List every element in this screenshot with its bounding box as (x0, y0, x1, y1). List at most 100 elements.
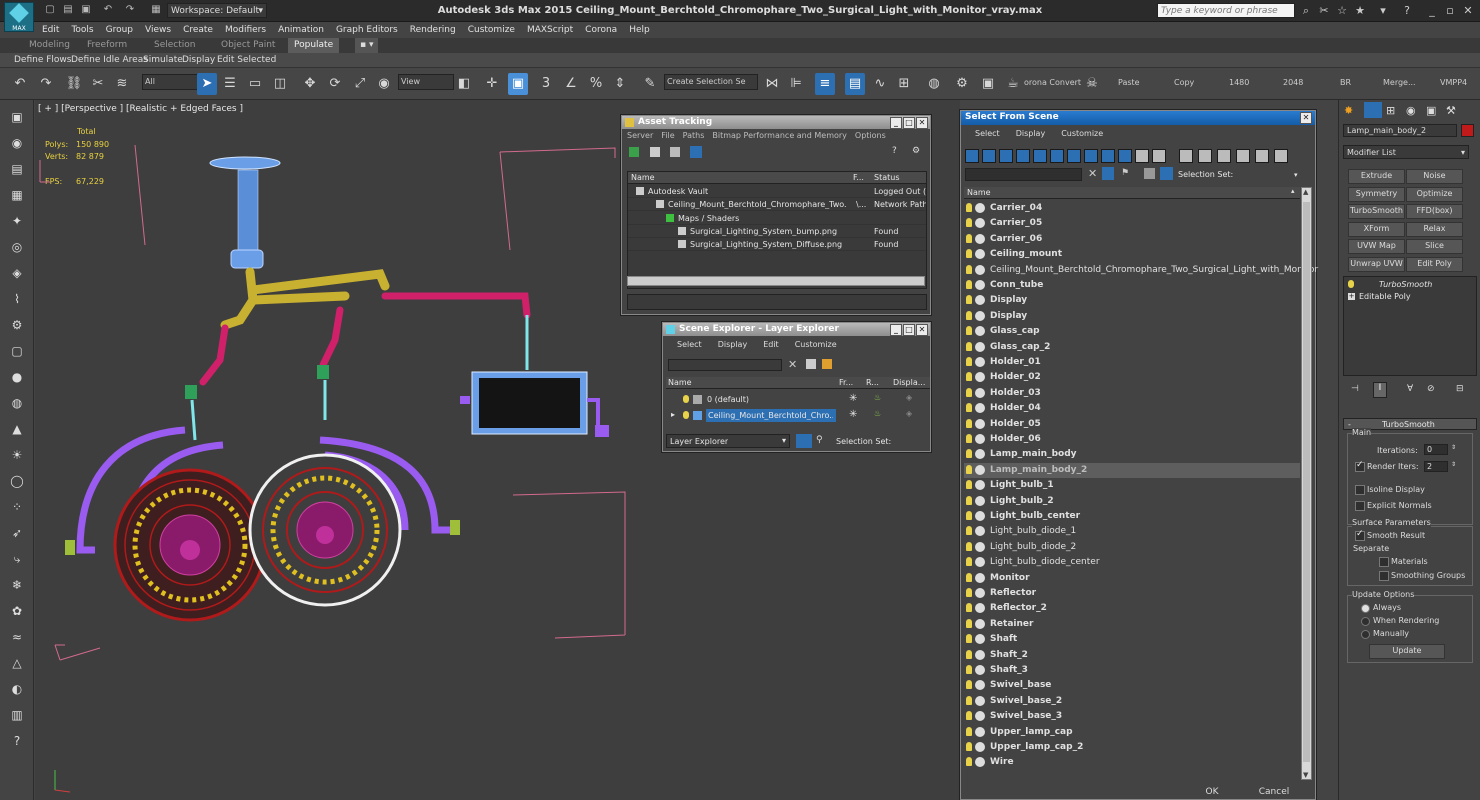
explorer-menu-select[interactable]: Select (677, 340, 702, 349)
object-list-item[interactable]: Holder_04 (964, 401, 1300, 416)
menu-edit[interactable]: Edit (36, 22, 65, 38)
filter-helpers-icon[interactable] (1033, 149, 1047, 163)
list-icon[interactable] (650, 147, 660, 157)
unlink-icon[interactable]: ✂ (88, 73, 108, 95)
lightbulb-icon[interactable] (966, 264, 972, 274)
br-button[interactable]: BR (1340, 78, 1351, 87)
column-status[interactable]: Status (874, 173, 900, 182)
lightbulb-icon[interactable] (683, 395, 689, 403)
pin-stack-icon[interactable]: ⊣ (1351, 384, 1359, 394)
column-f[interactable]: F... (853, 173, 864, 182)
asset-menu-paths[interactable]: Paths (683, 131, 705, 140)
object-list-item[interactable]: Light_bulb_diode_2 (964, 540, 1300, 555)
object-list-item[interactable]: Conn_tube (964, 278, 1300, 293)
clear-search-icon[interactable]: ✕ (1088, 167, 1097, 180)
object-list-item[interactable]: Light_bulb_diode_1 (964, 524, 1300, 539)
lightbulb-icon[interactable] (966, 341, 972, 351)
object-list-item[interactable]: Upper_lamp_cap (964, 725, 1300, 740)
menu-rendering[interactable]: Rendering (404, 22, 462, 38)
modifier-button-relax[interactable]: Relax (1406, 221, 1463, 237)
object-list-item[interactable]: Holder_05 (964, 417, 1300, 432)
modifier-button-symmetry[interactable]: Symmetry (1348, 186, 1405, 202)
object-color-swatch[interactable] (1461, 124, 1474, 137)
lightbulb-icon[interactable] (966, 387, 972, 397)
camera-icon[interactable]: ◎ (8, 238, 26, 256)
show-end-result-icon[interactable]: I (1373, 382, 1387, 398)
object-list-item[interactable]: Light_bulb_2 (964, 494, 1300, 509)
stack-item-editable-poly[interactable]: Editable Poly (1359, 292, 1411, 301)
tools-icon[interactable]: ✂ (1317, 4, 1331, 17)
modifier-button-xform[interactable]: XForm (1348, 221, 1405, 237)
object-list-item[interactable]: Light_bulb_diode_center (964, 555, 1300, 570)
maximize-icon[interactable]: □ (903, 324, 915, 336)
column-freeze[interactable]: Fr... (839, 378, 853, 387)
modifier-list-dropdown[interactable]: Modifier List ▾ (1343, 145, 1469, 159)
lightbulb-icon[interactable] (683, 411, 689, 419)
find-case-icon[interactable] (1102, 167, 1114, 180)
filter-hidden-icon[interactable] (1152, 149, 1166, 163)
rendered-frame-icon[interactable]: ▣ (978, 73, 998, 95)
render-icon[interactable]: ◉ (8, 134, 26, 152)
minimize-icon[interactable]: _ (890, 117, 902, 129)
sweep-icon[interactable]: ➶ (8, 524, 26, 542)
layers-view-icon[interactable] (796, 434, 812, 448)
skull-icon[interactable]: ☠ (1082, 73, 1102, 95)
modify-tab-icon[interactable] (1364, 102, 1382, 118)
resolution-height[interactable]: 2048 (1283, 78, 1303, 87)
asset-menu-file[interactable]: File (661, 131, 674, 140)
edit-named-sets-icon[interactable]: ✎ (640, 73, 660, 95)
render-iters-spinner[interactable]: 2 (1424, 461, 1448, 472)
orb-icon[interactable]: ◐ (8, 680, 26, 698)
lightbulb-icon[interactable] (966, 588, 972, 597)
object-list-item[interactable]: Glass_cap_2 (964, 340, 1300, 355)
light-icon[interactable]: ✦ (8, 212, 26, 230)
menu-corona[interactable]: Corona (579, 22, 623, 38)
object-list-item[interactable]: Shaft (964, 632, 1300, 647)
star-icon[interactable]: ☆ (1335, 4, 1349, 17)
sfs-menu-customize[interactable]: Customize (1061, 129, 1103, 138)
lightbulb-icon[interactable] (966, 618, 972, 628)
menu-help[interactable]: Help (623, 22, 656, 38)
explorer-menu-edit[interactable]: Edit (763, 340, 779, 349)
filter-icon[interactable] (1236, 149, 1250, 163)
lightbulb-icon[interactable] (1348, 280, 1354, 288)
lightbulb-icon[interactable] (966, 742, 972, 751)
close-icon[interactable]: ✕ (1461, 4, 1475, 17)
object-list-item[interactable]: Carrier_05 (964, 216, 1300, 231)
grid-icon[interactable] (690, 146, 702, 158)
filter-cameras-icon[interactable] (1016, 149, 1030, 163)
plant-icon[interactable]: ✿ (8, 602, 26, 620)
filter-geometry-icon[interactable] (965, 149, 979, 163)
cancel-button[interactable]: Cancel (1238, 785, 1310, 799)
filter-groups-icon[interactable] (1067, 149, 1081, 163)
lightbulb-icon[interactable] (966, 649, 972, 659)
utilities-tab-icon[interactable]: ⚒ (1446, 104, 1456, 117)
asset-menu-server[interactable]: Server (627, 131, 653, 140)
snaps-toggle-icon[interactable]: 3 (536, 73, 556, 95)
sun-icon[interactable]: ☀ (8, 446, 26, 464)
reference-coord-dropdown[interactable]: View (398, 74, 454, 90)
sort-up-icon[interactable]: ▴ (1291, 187, 1295, 195)
smoothing-groups-checkbox[interactable] (1379, 571, 1389, 581)
display-tab-icon[interactable]: ▣ (1426, 104, 1436, 117)
user-icon[interactable]: ▾ (1376, 4, 1390, 17)
open-file-icon[interactable]: ▤ (62, 4, 74, 16)
explorer-menu-customize[interactable]: Customize (795, 340, 837, 349)
object-list-item[interactable]: Swivel_base (964, 678, 1300, 693)
column-name[interactable]: Name (668, 378, 692, 387)
pivot-icon[interactable]: ◧ (454, 73, 474, 95)
lightbulb-icon[interactable] (966, 449, 972, 459)
close-icon[interactable]: ✕ (1300, 112, 1312, 124)
when-rendering-radio[interactable] (1361, 617, 1370, 626)
pyramid-icon[interactable]: △ (8, 654, 26, 672)
manually-radio[interactable] (1361, 630, 1370, 639)
object-list-item[interactable]: Ceiling_mount (964, 247, 1300, 262)
schematic-view-icon[interactable]: ⊞ (894, 73, 914, 95)
scroll-down-icon[interactable]: ▼ (1303, 771, 1308, 779)
define-idle-areas-button[interactable]: Define Idle Areas (71, 53, 148, 68)
cone-icon[interactable]: ▲ (8, 420, 26, 438)
freeze-icon[interactable]: ✳ (849, 393, 857, 404)
minimize-icon[interactable]: _ (890, 324, 902, 336)
lightbulb-icon[interactable] (966, 572, 972, 582)
mirror-icon[interactable]: ⋈ (762, 73, 782, 95)
